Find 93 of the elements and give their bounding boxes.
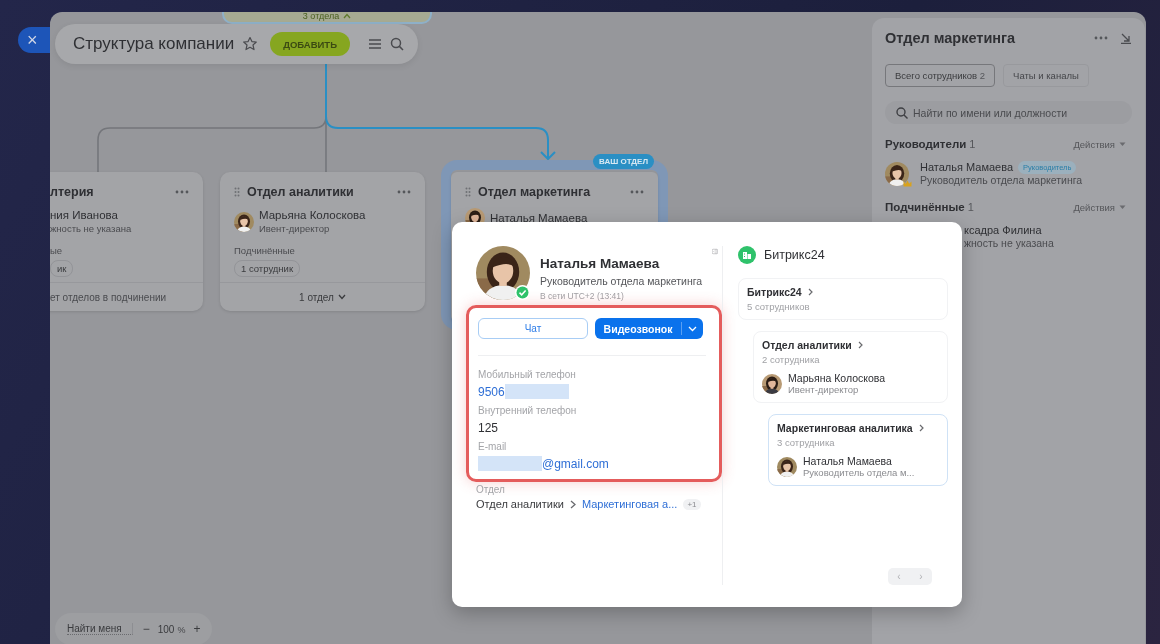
- department-card[interactable]: Отдел аналитики Марьяна Колоскова Ивент-директор Подчинённые 1 сотрудник 1 отдел: [220, 172, 425, 311]
- person-name[interactable]: ксадра Филина: [964, 223, 1042, 237]
- department-title: Маркетинговая аналитика: [777, 422, 913, 434]
- person-name: Марьяна Колоскова: [788, 372, 886, 384]
- person-name: Наталья Мамаева: [540, 256, 661, 271]
- more-icon[interactable]: [397, 190, 411, 194]
- add-button[interactable]: ДОБАВИТЬ: [270, 32, 350, 56]
- search-icon: [896, 107, 908, 119]
- actions-dropdown[interactable]: Действия: [1073, 201, 1126, 213]
- person-role: Ивент-директор: [259, 222, 331, 235]
- zoom-in-button[interactable]: +: [193, 622, 201, 636]
- collapse-panel-icon[interactable]: [712, 246, 718, 257]
- close-button[interactable]: ×: [18, 27, 50, 53]
- field-value: 125: [478, 420, 499, 435]
- department-title: Отдел аналитики: [247, 185, 355, 199]
- zoom-level: 100: [157, 623, 175, 635]
- caret-icon: [688, 325, 697, 332]
- department-node[interactable]: 3 отдела: [222, 12, 432, 24]
- contact-link[interactable]: 9506: [478, 384, 505, 399]
- employee-count-chip[interactable]: ик: [50, 260, 74, 277]
- tab[interactable]: Чаты и каналы: [1003, 64, 1089, 87]
- zoom-unit: %: [177, 624, 186, 635]
- subordinates-label: Подчинённые: [234, 245, 296, 256]
- department-card[interactable]: Битрикс24 5 сотрудников: [738, 278, 948, 320]
- footer-text: ет отделов в подчинении: [50, 291, 167, 303]
- person-role: Руководитель отдела маркетинга: [920, 174, 1083, 187]
- local-time: UTC+2 (13:41): [567, 291, 624, 301]
- search-icon[interactable]: [390, 37, 404, 51]
- drag-handle-icon: [234, 187, 240, 197]
- department-link[interactable]: Отдел аналитики: [476, 498, 564, 510]
- person-name[interactable]: Марьяна Колоскова: [259, 208, 366, 222]
- subordinates-label: ые: [50, 245, 64, 256]
- person-role: жность не указана: [50, 222, 132, 235]
- department-card[interactable]: лтерия ния Иванова жность не указана ые ик ет отделов в подчинении: [50, 172, 203, 311]
- chevron-icon: [857, 341, 863, 349]
- person-role: Ивент-директор: [788, 384, 860, 395]
- department-card[interactable]: Отдел аналитики 2 сотрудника Марьяна Колоскова Ивент-директор: [753, 331, 948, 403]
- company-logo-icon: [738, 246, 756, 264]
- chat-button[interactable]: Чат: [478, 318, 588, 339]
- actions-dropdown[interactable]: Действия: [1073, 138, 1126, 150]
- person-name[interactable]: ния Иванова: [50, 208, 132, 222]
- department-title: Битрикс24: [747, 286, 802, 298]
- redaction-mark: [504, 384, 569, 399]
- caret-icon: [1119, 141, 1126, 147]
- more-icon[interactable]: [630, 190, 644, 194]
- department-card[interactable]: Маркетинговая аналитика 3 сотрудника Наталья Мамаева Руководитель отдела м...: [768, 414, 948, 486]
- department-badge: ВАШ ОТДЕЛ: [593, 154, 654, 169]
- menu-icon[interactable]: [368, 38, 382, 50]
- tab[interactable]: Всего сотрудников 2: [885, 64, 996, 87]
- search-field[interactable]: Найти по имени или должности: [885, 101, 1132, 124]
- department-title: лтерия: [50, 185, 95, 199]
- department-link[interactable]: Маркетинговая а...: [581, 498, 678, 510]
- star-icon[interactable]: [242, 36, 259, 52]
- field-label: Отдел: [475, 484, 506, 495]
- collapse-icon[interactable]: [1120, 32, 1132, 44]
- more-count[interactable]: +1: [683, 498, 701, 510]
- chevron-icon: [807, 288, 813, 296]
- employee-count: 2 сотрудника: [762, 354, 821, 365]
- expand-link[interactable]: 1 отдел: [299, 291, 334, 303]
- employee-count: 5 сотрудников: [747, 301, 811, 312]
- department-title: Отдел аналитики: [762, 339, 852, 351]
- presence-status: В сети: [540, 291, 566, 301]
- section-title: Подчинённые: [885, 201, 965, 213]
- panel-title: Отдел маркетинга: [885, 30, 1017, 46]
- more-icon[interactable]: [175, 190, 189, 194]
- company-name: Битрикс24: [764, 248, 825, 262]
- field-label: E-mail: [478, 441, 508, 452]
- field-label: Внутренний телефон: [478, 405, 578, 416]
- video-call-button[interactable]: Видеозвонок: [595, 318, 703, 339]
- person-role: жность не указана: [964, 237, 1054, 250]
- section-count: 1: [967, 201, 974, 213]
- person-name: Наталья Мамаева: [803, 455, 893, 467]
- page-title: Структура компании: [73, 34, 235, 54]
- employee-count-chip[interactable]: 1 сотрудник: [234, 260, 301, 277]
- expand-link[interactable]: 3 отдела: [302, 12, 340, 21]
- zoom-out-button[interactable]: −: [142, 622, 150, 636]
- section-title: Руководители: [885, 138, 967, 150]
- contact-link[interactable]: @gmail.com: [542, 456, 609, 471]
- section-count: 1: [969, 138, 976, 150]
- employee-count: 3 сотрудника: [777, 437, 836, 448]
- more-icon[interactable]: [1094, 36, 1108, 40]
- person-role: Руководитель отдела м...: [803, 467, 915, 478]
- redaction-mark: [478, 456, 542, 471]
- field-label: Мобильный телефон: [478, 369, 577, 380]
- person-position: Руководитель отдела маркетинга: [540, 275, 703, 287]
- find-me-button[interactable]: Найти меня: [67, 623, 133, 635]
- drag-handle-icon: [465, 187, 471, 197]
- chevron-icon: [569, 499, 576, 509]
- chevron-icon: [918, 424, 924, 432]
- department-title: Отдел маркетинга: [478, 185, 592, 199]
- person-name[interactable]: Наталья Мамаева: [490, 211, 588, 225]
- person-name[interactable]: Наталья Мамаева: [920, 160, 1014, 174]
- caret-icon: [1119, 204, 1126, 210]
